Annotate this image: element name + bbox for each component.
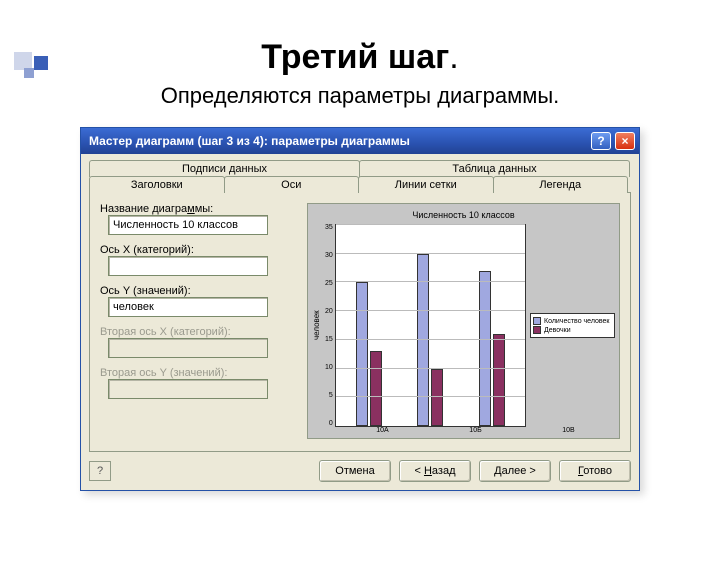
close-icon: × [621, 134, 628, 148]
x2-axis-input [108, 338, 268, 358]
chart-wizard-window: Мастер диаграмм (шаг 3 из 4): параметры … [80, 127, 640, 491]
chart-xcats: 10А10Б10В [336, 427, 615, 434]
tab-panel-titles: Название диаграммы: Ось X (категорий): О… [89, 192, 631, 452]
slide-title-dot: . [449, 38, 458, 76]
help-icon: ? [597, 134, 604, 148]
x-axis-label: Ось X (категорий): [100, 244, 295, 256]
chart-title-label: Название диаграммы: [100, 203, 295, 215]
back-button[interactable]: < Назад [399, 460, 471, 482]
chart-title-input[interactable] [108, 215, 268, 235]
chart-preview-title: Численность 10 классов [312, 210, 615, 220]
finish-button[interactable]: Готово [559, 460, 631, 482]
y-axis-input[interactable] [108, 297, 268, 317]
y2-axis-label: Вторая ось Y (значений): [100, 367, 295, 379]
chart-yticks: 05101520253035 [325, 224, 335, 427]
tab-titles[interactable]: Заголовки [89, 176, 225, 193]
title-fields-column: Название диаграммы: Ось X (категорий): О… [100, 203, 295, 439]
tab-data-labels[interactable]: Подписи данных [89, 160, 360, 177]
window-title: Мастер диаграмм (шаг 3 из 4): параметры … [89, 134, 587, 148]
y2-axis-input [108, 379, 268, 399]
chart-preview: Численность 10 классов человек 051015202… [307, 203, 620, 439]
titlebar-close-button[interactable]: × [615, 132, 635, 150]
x2-axis-label: Вторая ось X (категорий): [100, 326, 295, 338]
x-axis-input[interactable] [108, 256, 268, 276]
next-button[interactable]: Далее > [479, 460, 551, 482]
tab-axes[interactable]: Оси [224, 176, 360, 193]
chart-legend: Количество человекДевочки [530, 313, 615, 338]
slide-subtitle: Определяются параметры диаграммы. [0, 83, 720, 109]
cancel-button[interactable]: Отмена [319, 460, 391, 482]
dialog-help-button[interactable]: ? [89, 461, 111, 481]
chart-ylabel: человек [312, 224, 321, 427]
titlebar-help-button[interactable]: ? [591, 132, 611, 150]
chart-plot-area [335, 224, 526, 427]
slide-title: Третий шаг. [0, 38, 720, 77]
dialog-button-row: ? Отмена < Назад Далее > Готово [89, 452, 631, 482]
tab-legend[interactable]: Легенда [493, 176, 629, 193]
slide-title-text: Третий шаг [261, 38, 449, 76]
window-titlebar[interactable]: Мастер диаграмм (шаг 3 из 4): параметры … [81, 128, 639, 154]
dialog-body: Подписи данных Таблица данных Заголовки … [81, 154, 639, 490]
tabs: Подписи данных Таблица данных Заголовки … [89, 160, 631, 452]
help-icon: ? [97, 465, 103, 477]
tab-data-table[interactable]: Таблица данных [359, 160, 630, 177]
y-axis-label: Ось Y (значений): [100, 285, 295, 297]
tab-gridlines[interactable]: Линии сетки [358, 176, 494, 193]
slide-decoration [14, 52, 64, 80]
